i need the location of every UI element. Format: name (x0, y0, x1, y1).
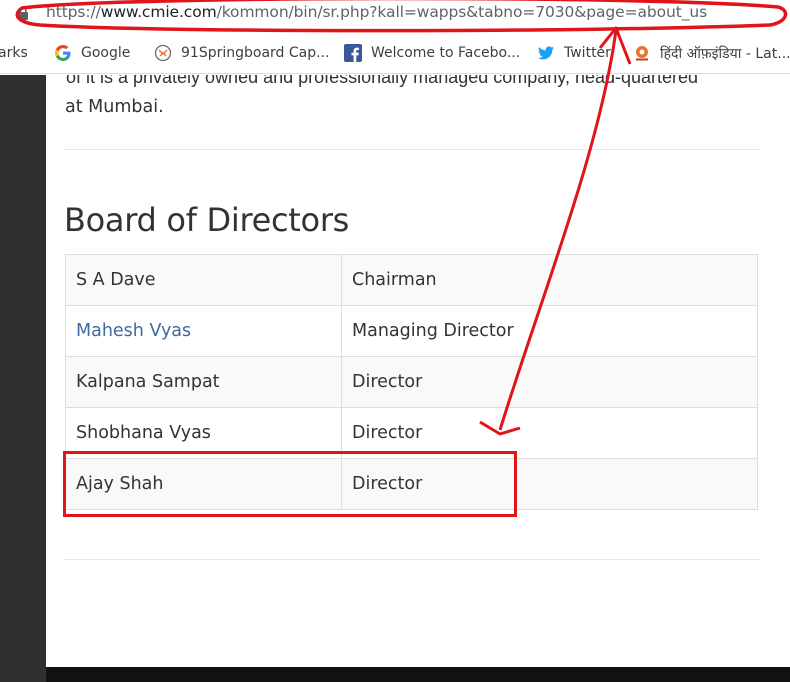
bookmark-item-bookmarks[interactable]: arks (0, 42, 28, 64)
table-row: Kalpana Sampat Director (65, 356, 758, 408)
bookmark-label: arks (0, 45, 28, 61)
table-row: Mahesh Vyas Managing Director (65, 305, 758, 357)
director-name-link[interactable]: Mahesh Vyas (76, 321, 191, 341)
url-path: /kommon/bin/sr.php?kall=wapps&tabno=7030… (216, 3, 708, 21)
director-role: Chairman (341, 254, 758, 306)
left-sidebar-strip (0, 75, 46, 682)
bookmark-label: Google (81, 45, 131, 61)
hindi-news-icon (636, 46, 648, 61)
divider (65, 559, 759, 560)
page-footer (46, 667, 790, 682)
twitter-icon (538, 46, 554, 60)
intro-text-cut-line: of it is a privately owned and professio… (66, 75, 699, 87)
google-icon (55, 45, 71, 61)
director-name-cell: Mahesh Vyas (65, 305, 342, 357)
bookmark-label: 91Springboard Cap... (181, 45, 330, 61)
bookmark-item-hindi[interactable]: हिंदी ऑफ़इंडिया - Lat... (633, 42, 790, 64)
bookmarks-bar: arks Google 91Springboard Cap... Welcome… (0, 30, 790, 74)
lock-icon[interactable] (17, 6, 29, 20)
bookmark-label: Welcome to Facebo... (371, 45, 521, 61)
director-role: Director (341, 356, 758, 408)
director-role: Managing Director (341, 305, 758, 357)
table-row: S A Dave Chairman (65, 254, 758, 306)
url-host: www.cmie.com (100, 3, 217, 21)
address-bar[interactable]: https://www.cmie.com/kommon/bin/sr.php?k… (0, 0, 790, 30)
director-name: S A Dave (65, 254, 342, 306)
bookmark-item-facebook[interactable]: Welcome to Facebo... (344, 42, 520, 64)
bookmark-label: हिंदी ऑफ़इंडिया - Lat... (660, 45, 790, 62)
bookmark-item-twitter[interactable]: Twitter (537, 42, 611, 64)
highlight-box-ajay-shah (63, 451, 517, 517)
director-name: Kalpana Sampat (65, 356, 342, 408)
intro-text-tail: at Mumbai. (65, 97, 164, 117)
url-text[interactable]: https://www.cmie.com/kommon/bin/sr.php?k… (46, 3, 707, 21)
bookmark-label: Twitter (564, 45, 611, 61)
divider (65, 149, 759, 150)
section-title: Board of Directors (64, 201, 350, 239)
facebook-icon (344, 44, 362, 62)
bookmark-item-google[interactable]: Google (54, 42, 130, 64)
springboard-icon (154, 44, 172, 62)
bookmark-item-springboard[interactable]: 91Springboard Cap... (154, 42, 329, 64)
page-content: of it is a privately owned and professio… (46, 75, 790, 667)
url-scheme: https:// (46, 3, 101, 21)
